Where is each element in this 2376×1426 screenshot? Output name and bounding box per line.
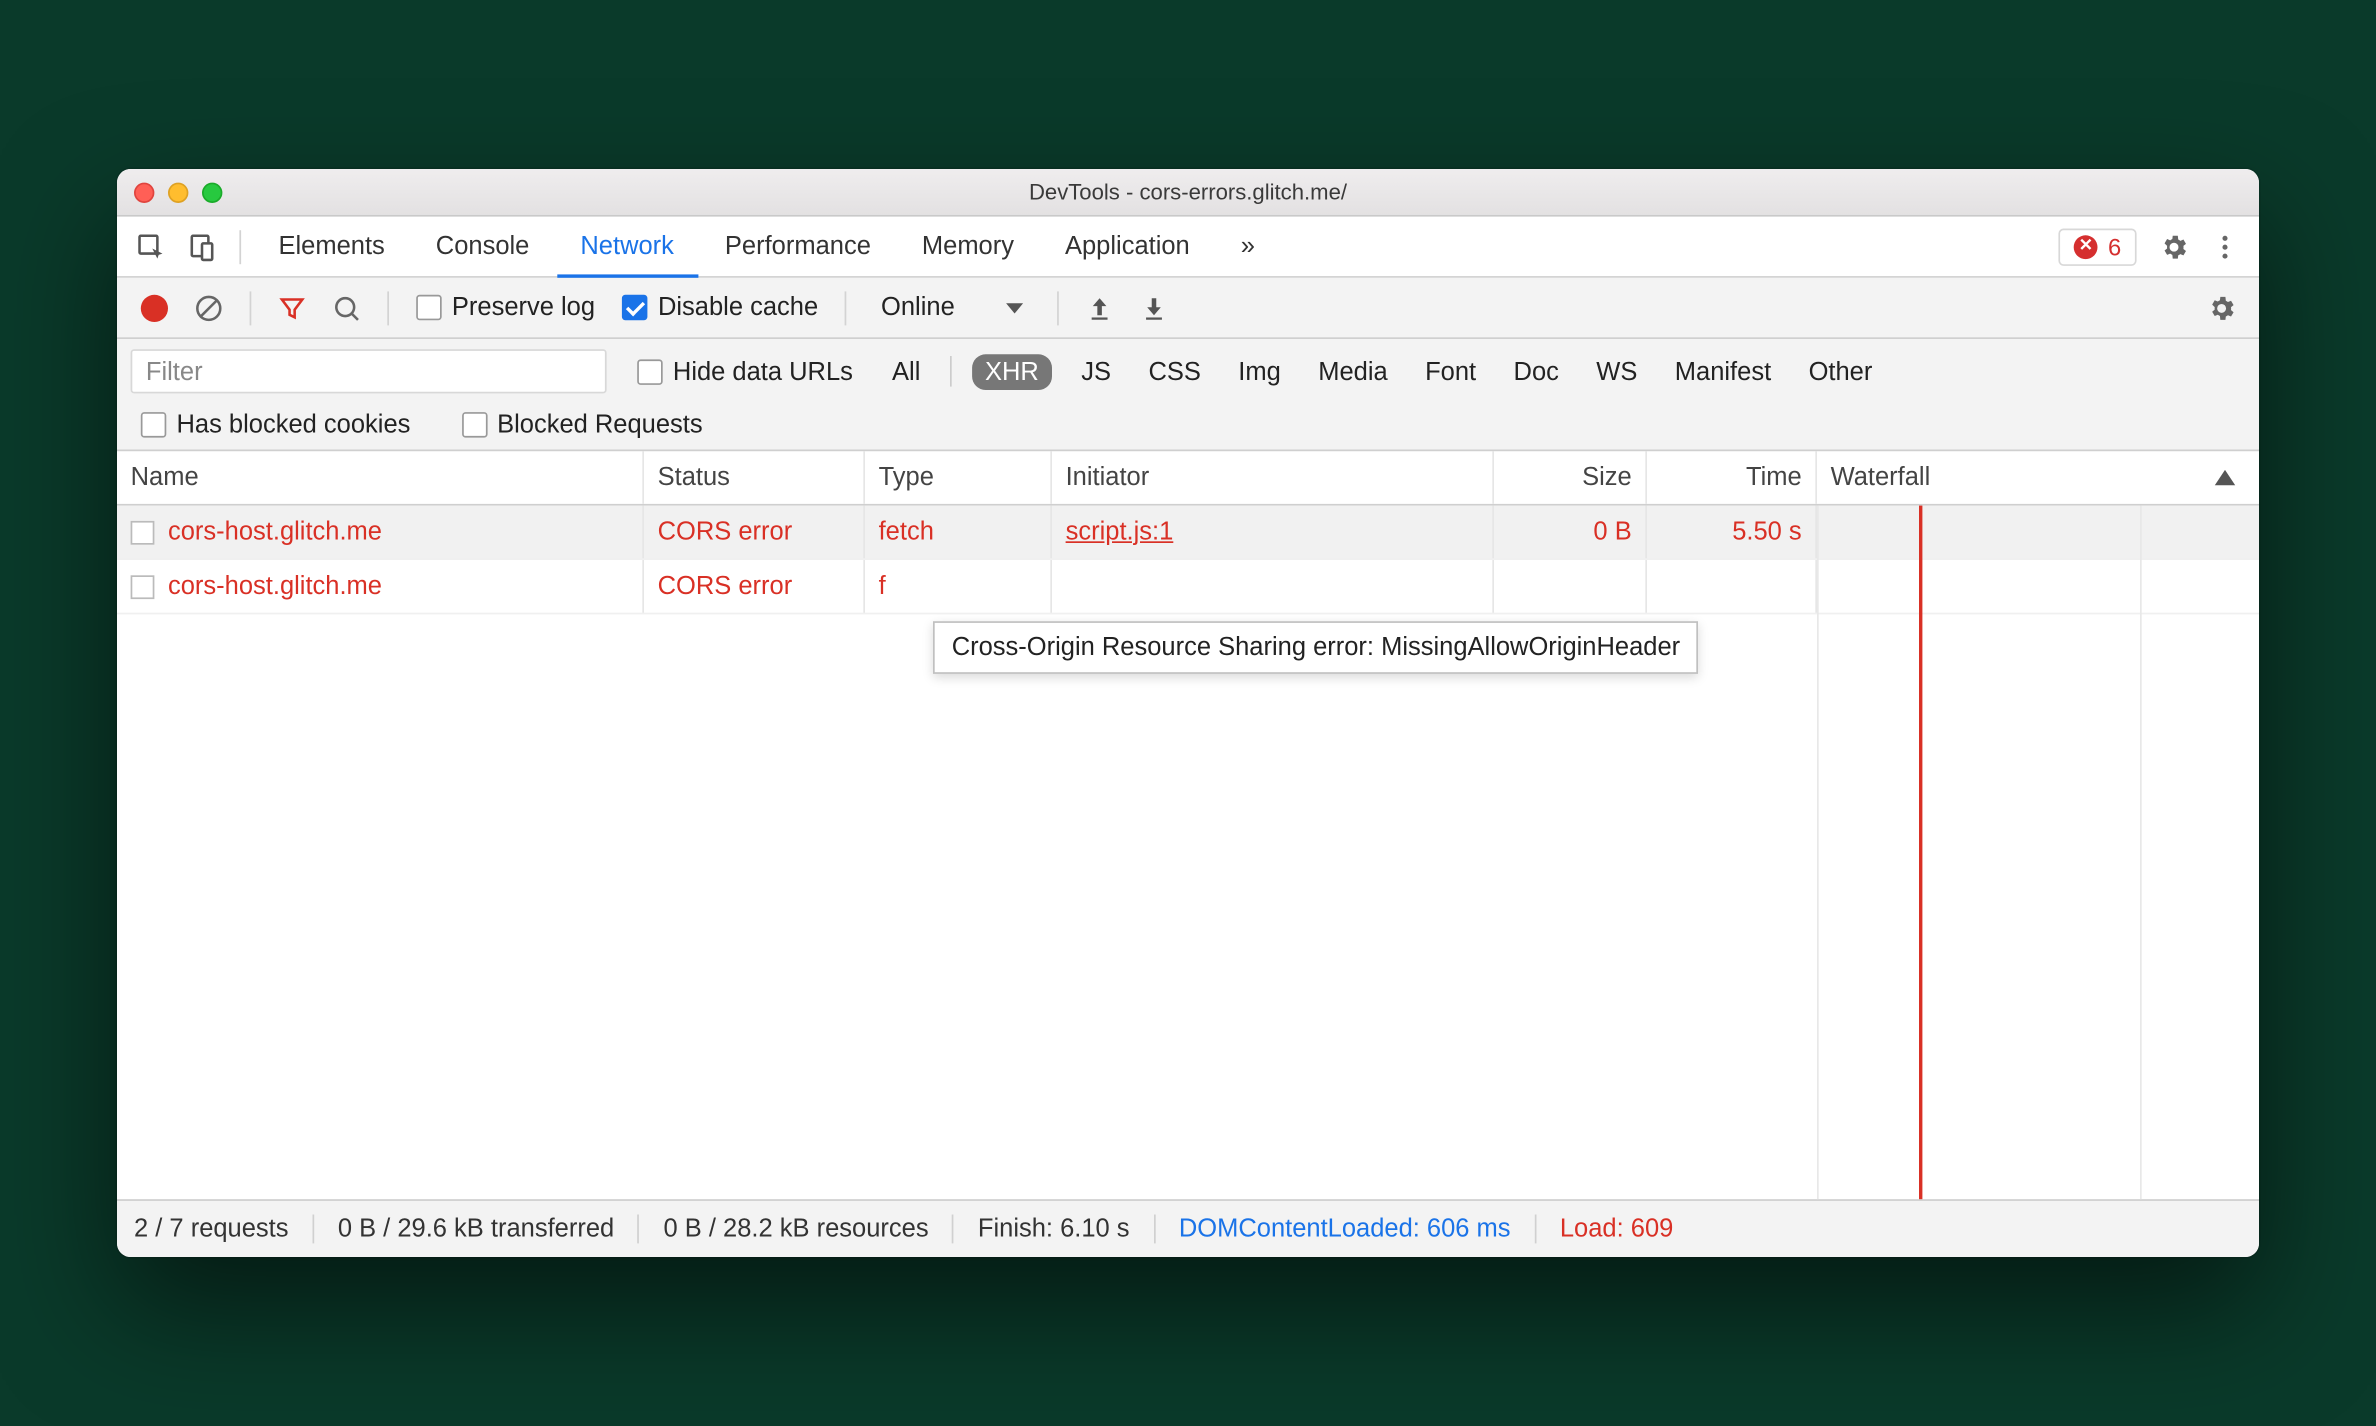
status-load: Load: 609 — [1536, 1215, 1697, 1244]
row-checkbox[interactable] — [131, 520, 155, 544]
filter-type-css[interactable]: CSS — [1140, 353, 1209, 389]
upload-har-icon[interactable] — [1075, 284, 1123, 332]
filter-bar: Filter Hide data URLs All XHR JS CSS Img… — [117, 339, 2259, 451]
inspect-element-icon[interactable] — [127, 223, 175, 271]
blocked-requests-checkbox[interactable]: Blocked Requests — [451, 410, 713, 439]
row-checkbox[interactable] — [131, 574, 155, 598]
search-icon[interactable] — [323, 284, 371, 332]
filter-type-font[interactable]: Font — [1417, 353, 1485, 389]
request-time: 5.50 s — [1647, 506, 1817, 559]
request-type: fetch — [865, 506, 1052, 559]
request-name: cors-host.glitch.me — [168, 518, 382, 547]
network-toolbar: Preserve log Disable cache Online — [117, 278, 2259, 339]
status-domcontentloaded: DOMContentLoaded: 606 ms — [1155, 1215, 1536, 1244]
request-status: CORS error — [644, 560, 865, 613]
tab-console[interactable]: Console — [412, 216, 553, 277]
network-table: Name Status Type Initiator Size Time Wat… — [117, 451, 2259, 1199]
filter-type-img[interactable]: Img — [1230, 353, 1290, 389]
filter-type-other[interactable]: Other — [1800, 353, 1881, 389]
waterfall-cell — [1817, 506, 2259, 559]
filter-type-ws[interactable]: WS — [1588, 353, 1646, 389]
tabs-overflow[interactable]: » — [1217, 216, 1279, 277]
close-window-button[interactable] — [134, 182, 154, 202]
status-bar: 2 / 7 requests 0 B / 29.6 kB transferred… — [117, 1199, 2259, 1257]
tab-performance[interactable]: Performance — [701, 216, 895, 277]
status-requests: 2 / 7 requests — [134, 1215, 314, 1244]
status-transferred: 0 B / 29.6 kB transferred — [314, 1215, 640, 1244]
col-header-waterfall[interactable]: Waterfall — [1817, 451, 2259, 504]
window-controls — [117, 182, 222, 202]
request-name: cors-host.glitch.me — [168, 572, 382, 601]
tab-network[interactable]: Network — [557, 216, 698, 277]
error-count-badge[interactable]: ✕ 6 — [2059, 228, 2137, 265]
window-title: DevTools - cors-errors.glitch.me/ — [117, 179, 2259, 205]
status-tooltip: Cross-Origin Resource Sharing error: Mis… — [933, 621, 1699, 674]
request-size: 0 B — [1494, 506, 1647, 559]
error-count: 6 — [2108, 233, 2121, 260]
status-resources: 0 B / 28.2 kB resources — [640, 1215, 954, 1244]
tab-elements[interactable]: Elements — [255, 216, 409, 277]
col-header-time[interactable]: Time — [1647, 451, 1817, 504]
preserve-log-checkbox[interactable]: Preserve log — [406, 293, 605, 322]
separator — [239, 229, 241, 263]
titlebar: DevTools - cors-errors.glitch.me/ — [117, 169, 2259, 217]
device-toggle-icon[interactable] — [178, 223, 226, 271]
request-status: CORS error — [644, 506, 865, 559]
devtools-window: DevTools - cors-errors.glitch.me/ Elemen… — [117, 169, 2259, 1257]
download-har-icon[interactable] — [1130, 284, 1178, 332]
filter-type-manifest[interactable]: Manifest — [1666, 353, 1779, 389]
col-header-type[interactable]: Type — [865, 451, 1052, 504]
table-header: Name Status Type Initiator Size Time Wat… — [117, 451, 2259, 505]
tab-memory[interactable]: Memory — [898, 216, 1038, 277]
table-body: cors-host.glitch.me CORS error fetch scr… — [117, 506, 2259, 1200]
table-row[interactable]: cors-host.glitch.me CORS error fetch scr… — [117, 506, 2259, 560]
has-blocked-cookies-checkbox[interactable]: Has blocked cookies — [131, 410, 421, 439]
col-header-status[interactable]: Status — [644, 451, 865, 504]
hide-data-urls-checkbox[interactable]: Hide data URLs — [627, 357, 863, 386]
throttling-select[interactable]: Online — [864, 293, 1040, 322]
kebab-menu-icon[interactable] — [2201, 223, 2249, 271]
tab-application[interactable]: Application — [1041, 216, 1213, 277]
error-icon: ✕ — [2074, 234, 2098, 258]
main-tabs: Elements Console Network Performance Mem… — [117, 217, 2259, 278]
filter-type-media[interactable]: Media — [1310, 353, 1396, 389]
chevron-down-icon — [1006, 302, 1023, 312]
filter-type-doc[interactable]: Doc — [1505, 353, 1567, 389]
col-header-initiator[interactable]: Initiator — [1052, 451, 1494, 504]
status-finish: Finish: 6.10 s — [954, 1215, 1155, 1244]
network-settings-icon[interactable] — [2198, 284, 2246, 332]
filter-type-all[interactable]: All — [884, 353, 929, 389]
record-button[interactable] — [131, 284, 179, 332]
request-type: f — [865, 560, 1052, 613]
filter-icon[interactable] — [268, 284, 316, 332]
settings-icon[interactable] — [2150, 223, 2198, 271]
filter-type-js[interactable]: JS — [1073, 353, 1120, 389]
filter-input[interactable]: Filter — [131, 349, 607, 393]
minimize-window-button[interactable] — [168, 182, 188, 202]
clear-icon[interactable] — [185, 284, 233, 332]
table-row[interactable]: cors-host.glitch.me CORS error f — [117, 560, 2259, 614]
filter-type-xhr[interactable]: XHR — [971, 353, 1052, 389]
initiator-link[interactable]: script.js:1 — [1066, 518, 1174, 547]
sort-ascending-icon — [2215, 470, 2235, 485]
disable-cache-checkbox[interactable]: Disable cache — [612, 293, 828, 322]
col-header-name[interactable]: Name — [117, 451, 644, 504]
col-header-size[interactable]: Size — [1494, 451, 1647, 504]
maximize-window-button[interactable] — [202, 182, 222, 202]
